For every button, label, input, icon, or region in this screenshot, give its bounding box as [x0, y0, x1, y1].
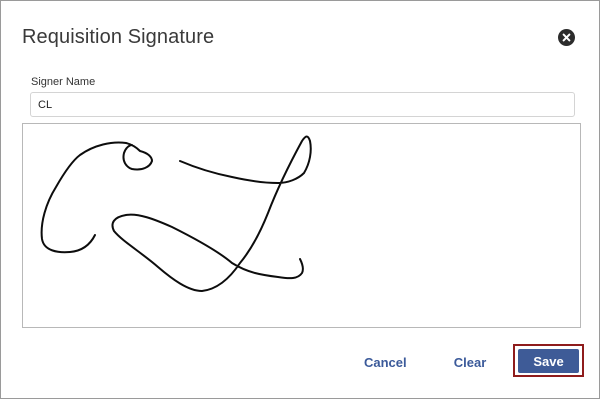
clear-button[interactable]: Clear	[453, 353, 487, 371]
signer-name-label: Signer Name	[31, 76, 96, 88]
dialog-title: Requisition Signature	[22, 26, 215, 48]
save-button[interactable]: Save	[518, 349, 579, 373]
signature-pad[interactable]	[22, 123, 581, 328]
close-button[interactable]	[558, 29, 575, 46]
close-icon	[562, 33, 571, 42]
signer-name-input[interactable]	[30, 92, 575, 117]
cancel-button[interactable]: Cancel	[364, 353, 407, 371]
signature-drawing	[40, 135, 312, 292]
requisition-signature-dialog: Requisition Signature Signer Name Cancel…	[0, 0, 600, 399]
